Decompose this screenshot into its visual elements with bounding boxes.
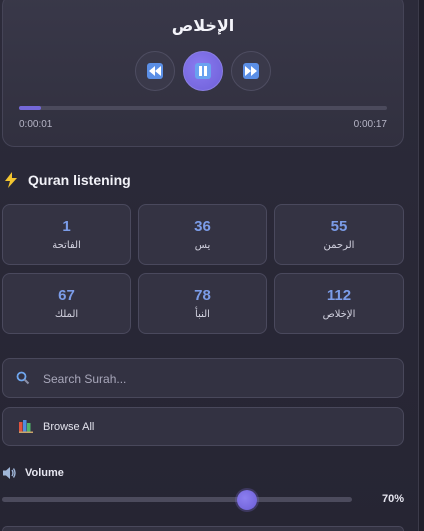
volume-header: Volume	[2, 466, 64, 480]
surah-number: 1	[62, 218, 71, 235]
surah-number: 78	[194, 287, 211, 304]
next-button[interactable]	[231, 51, 271, 91]
search-box[interactable]	[2, 358, 404, 398]
surah-name: الرحمن	[323, 240, 355, 251]
now-playing-title: الإخلاص	[171, 16, 235, 35]
surah-card-78[interactable]: 78 النبأ	[138, 273, 267, 334]
lightning-icon	[4, 172, 18, 188]
surah-name: الملك	[54, 309, 79, 320]
quick-access-title: Quran listening	[28, 172, 131, 188]
rewind-icon	[147, 63, 163, 79]
surah-card-36[interactable]: 36 يس	[138, 204, 267, 265]
previous-button[interactable]	[135, 51, 175, 91]
duration-time: 0:00:17	[353, 119, 387, 130]
volume-slider-track[interactable]	[2, 497, 352, 502]
search-icon	[16, 371, 30, 385]
volume-value: 70%	[381, 493, 404, 505]
quick-access-header: Quran listening	[4, 172, 131, 188]
seek-bar[interactable]	[19, 106, 387, 110]
seek-bar-fill	[19, 106, 42, 110]
fast-forward-icon	[243, 63, 259, 79]
surah-name: الفاتحة	[52, 240, 81, 251]
surah-name: الإخلاص	[322, 309, 356, 320]
current-time: 0:00:01	[19, 119, 53, 130]
surah-name: يس	[194, 240, 211, 251]
surah-card-1[interactable]: 1 الفاتحة	[2, 204, 131, 265]
browse-all-button[interactable]: Browse All	[2, 407, 404, 446]
surah-card-112[interactable]: 112 الإخلاص	[274, 273, 404, 334]
search-input[interactable]	[43, 369, 383, 389]
surah-card-55[interactable]: 55 الرحمن	[274, 204, 404, 265]
browse-all-label: Browse All	[43, 421, 95, 433]
now-playing-card: الإخلاص 0:00:01 0:00:17	[2, 0, 404, 147]
pause-icon	[195, 63, 211, 79]
volume-label: Volume	[25, 467, 64, 479]
surah-number: 67	[58, 287, 75, 304]
surah-number: 36	[194, 218, 211, 235]
next-panel-edge	[2, 526, 404, 531]
window-scrollbar[interactable]	[418, 0, 424, 531]
surah-number: 55	[330, 218, 348, 235]
speaker-icon	[2, 466, 17, 480]
volume-slider-thumb[interactable]	[237, 490, 257, 510]
surah-card-67[interactable]: 67 الملك	[2, 273, 131, 334]
surah-name: النبأ	[195, 309, 210, 320]
surah-number: 112	[326, 287, 352, 304]
books-icon	[19, 420, 33, 433]
play-pause-button[interactable]	[183, 51, 223, 91]
